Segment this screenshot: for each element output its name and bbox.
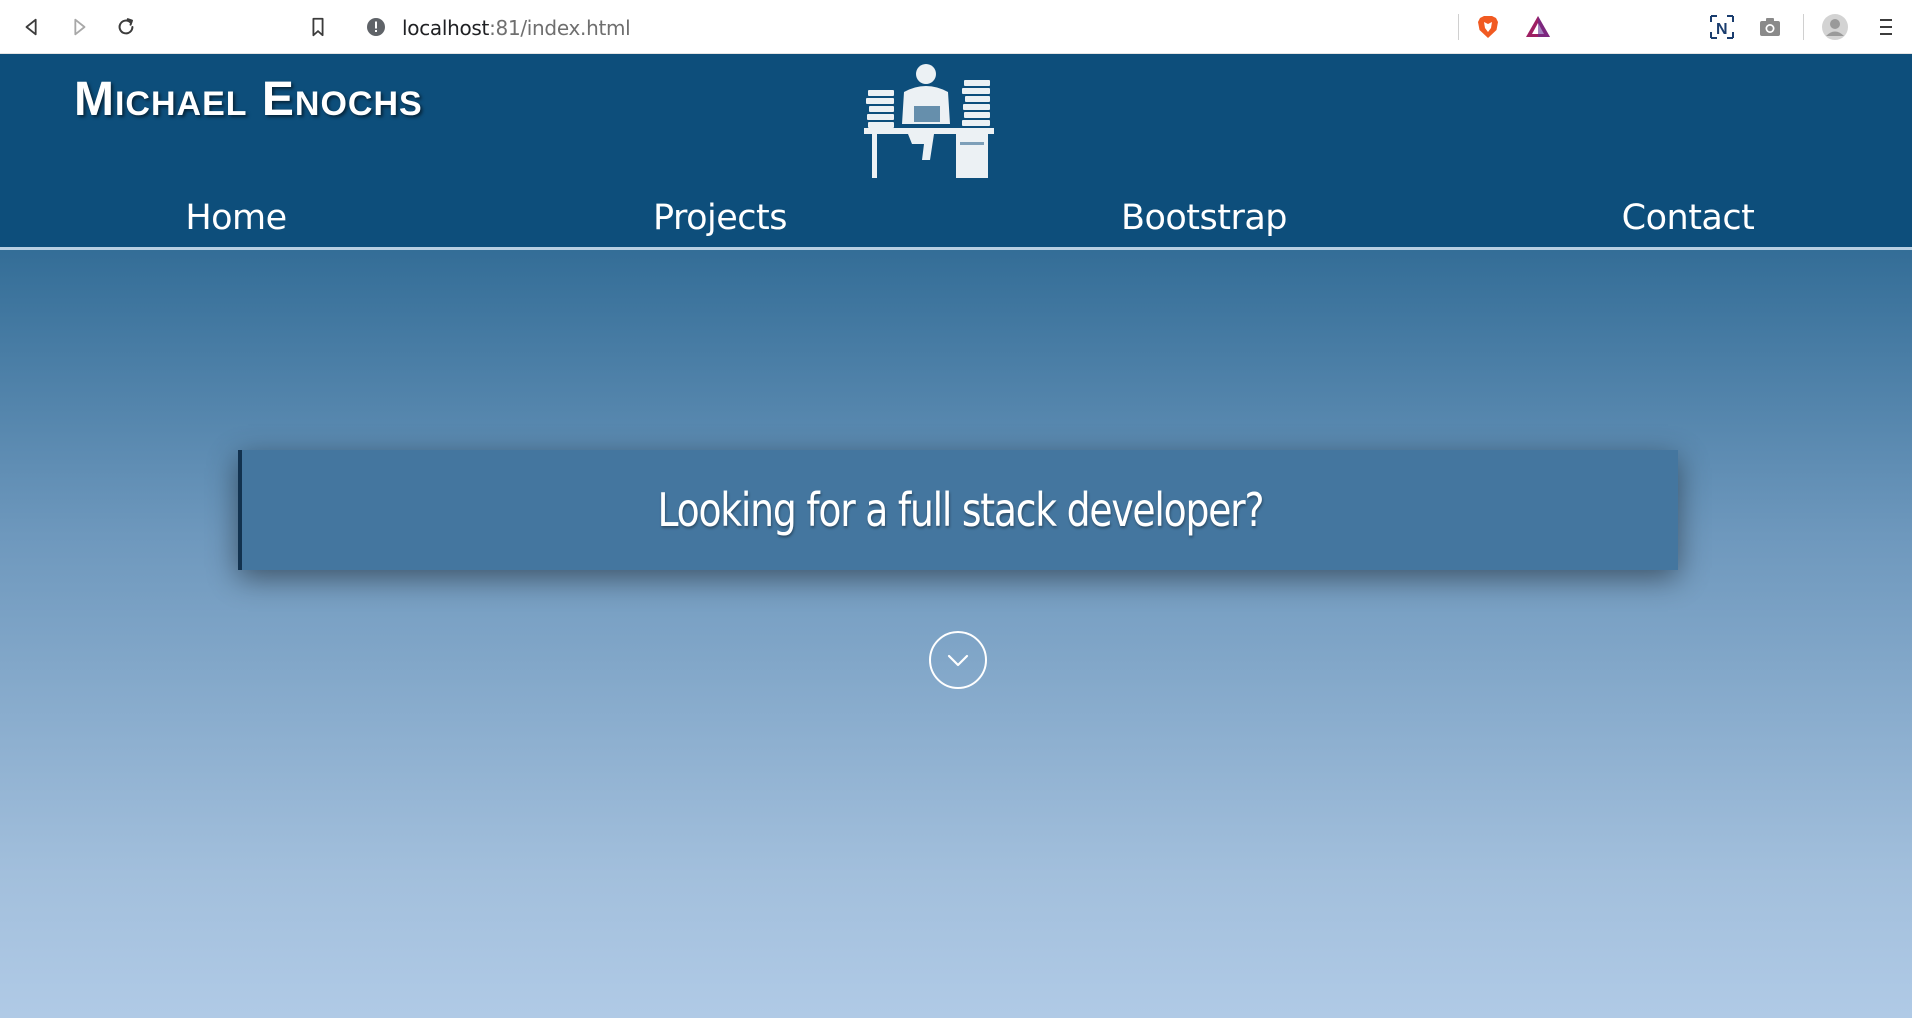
hero-tagline-box: Looking for a full stack developer? xyxy=(238,450,1678,570)
forward-button[interactable] xyxy=(63,11,95,43)
reload-icon xyxy=(118,18,134,35)
site-brand[interactable]: Michael Enochs xyxy=(74,72,423,127)
hero-tagline: Looking for a full stack developer? xyxy=(657,483,1264,537)
address-divider xyxy=(1458,14,1459,40)
url-host: localhost xyxy=(402,16,490,40)
site-header: Michael Enochs Home Projects Bootstrap C… xyxy=(0,54,1912,250)
browser-toolbar: localhost:81/index.html N xyxy=(0,0,1912,54)
address-bar[interactable]: localhost:81/index.html xyxy=(352,7,1566,47)
bookmark-button[interactable] xyxy=(302,11,334,43)
profile-icon[interactable] xyxy=(1821,13,1849,41)
developer-at-desk-logo xyxy=(864,64,994,178)
nav-contact[interactable]: Contact xyxy=(1538,190,1838,246)
back-button[interactable] xyxy=(16,11,48,43)
menu-icon[interactable] xyxy=(1872,13,1900,41)
nav-home[interactable]: Home xyxy=(86,190,386,246)
forward-icon xyxy=(74,18,86,36)
main-nav: Home Projects Bootstrap Contact xyxy=(0,190,1912,246)
screenshot-icon[interactable] xyxy=(1756,13,1784,41)
toolbar-divider xyxy=(1803,14,1804,40)
reload-button[interactable] xyxy=(110,11,142,43)
back-icon xyxy=(25,18,37,36)
brave-shields-icon[interactable] xyxy=(1474,13,1502,41)
scroll-down-icon[interactable] xyxy=(928,630,988,690)
nav-bootstrap[interactable]: Bootstrap xyxy=(1054,190,1354,246)
url-path: :81/index.html xyxy=(489,16,631,40)
bookmark-icon xyxy=(312,17,324,37)
site-info-icon[interactable] xyxy=(366,17,386,37)
url-text: localhost:81/index.html xyxy=(402,16,631,40)
nav-projects[interactable]: Projects xyxy=(570,190,870,246)
extension-n-icon[interactable]: N xyxy=(1708,13,1736,41)
brave-rewards-icon[interactable] xyxy=(1524,13,1552,41)
svg-text:N: N xyxy=(1716,21,1728,38)
web-page: Michael Enochs Home Projects Bootstrap C… xyxy=(0,54,1912,1018)
